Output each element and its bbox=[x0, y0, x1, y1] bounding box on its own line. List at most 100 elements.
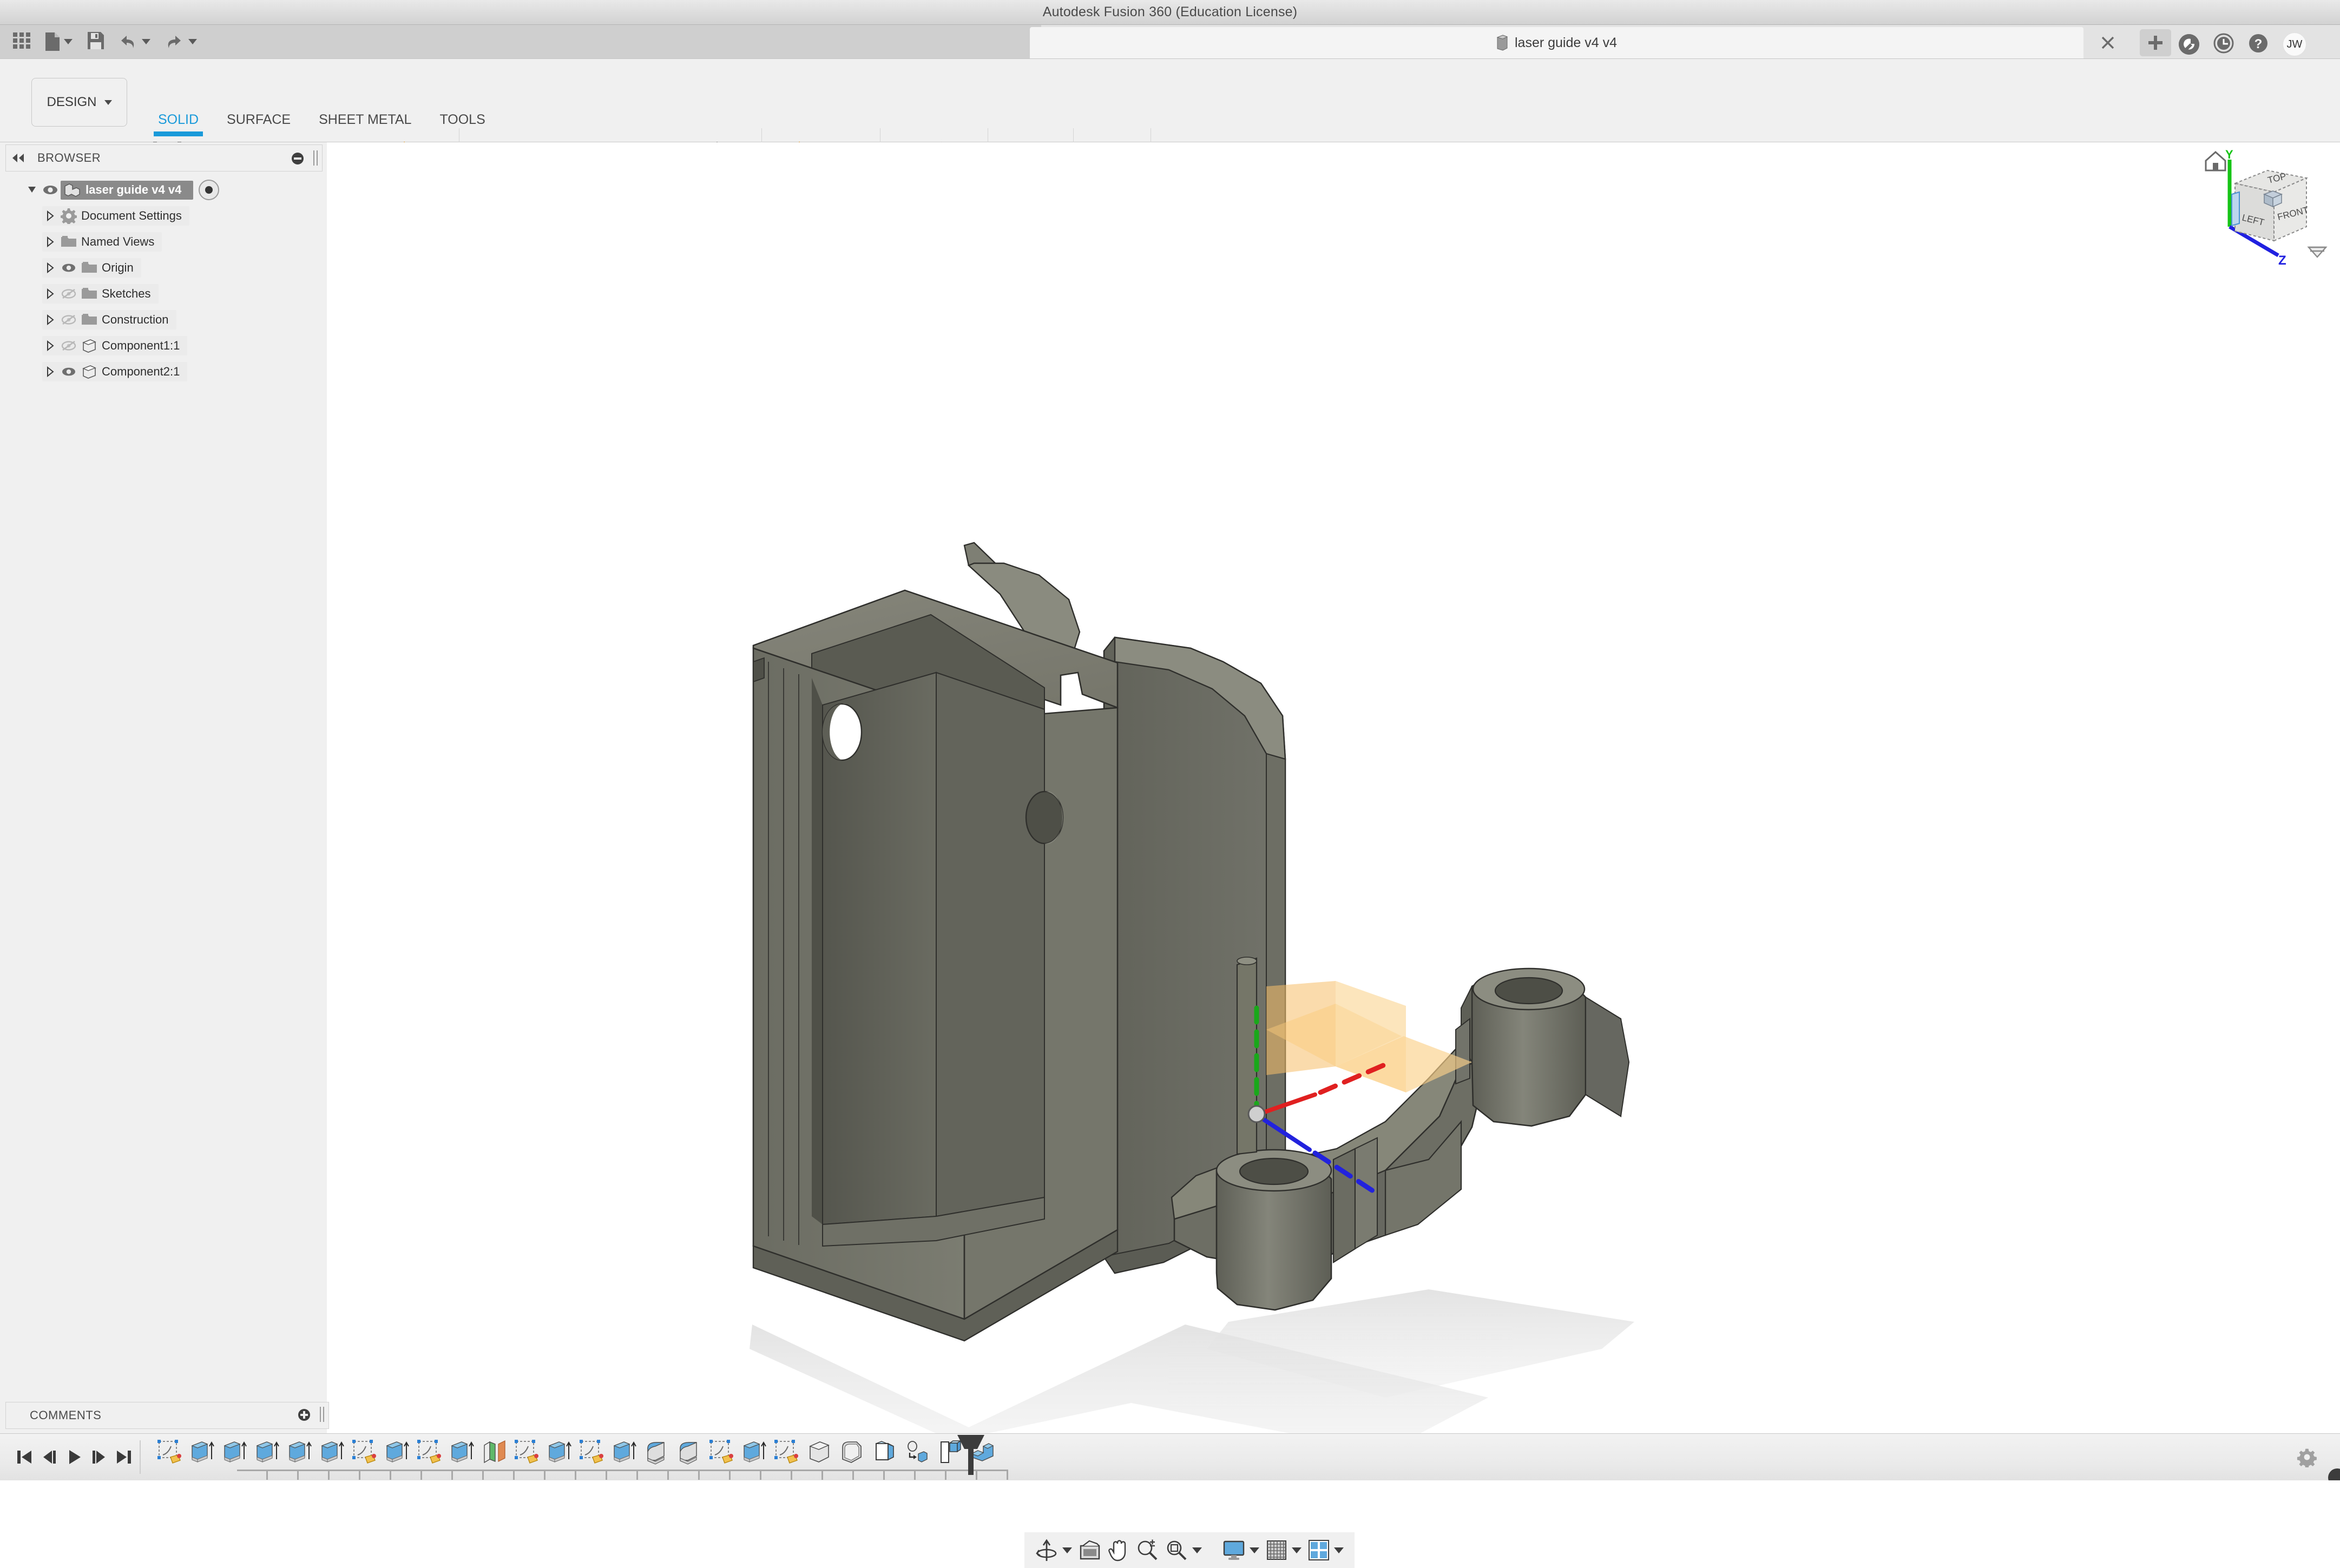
activate-component-radio[interactable] bbox=[199, 180, 219, 200]
recent-icon[interactable] bbox=[2213, 33, 2234, 56]
tree-node-origin[interactable]: Origin bbox=[0, 255, 327, 281]
shell-feature[interactable] bbox=[837, 1437, 867, 1467]
play-icon[interactable] bbox=[62, 1442, 87, 1472]
expand-twisty-icon[interactable] bbox=[42, 312, 58, 328]
grid-snaps-icon[interactable] bbox=[1263, 1539, 1305, 1561]
user-avatar[interactable]: JW bbox=[2283, 32, 2306, 56]
tree-node-root[interactable]: laser guide v4 v4 bbox=[0, 177, 327, 203]
collapse-browser-icon[interactable] bbox=[292, 153, 304, 164]
zoom-icon[interactable] bbox=[1133, 1539, 1162, 1562]
panel-resize-grip[interactable] bbox=[320, 1407, 324, 1422]
close-tab-button[interactable] bbox=[2100, 35, 2116, 51]
fillet-feature[interactable] bbox=[642, 1437, 672, 1467]
step-forward-icon[interactable] bbox=[87, 1442, 111, 1472]
save-icon[interactable] bbox=[88, 32, 104, 52]
collapse-panel-icon[interactable] bbox=[11, 153, 25, 163]
new-tab-button[interactable] bbox=[2140, 29, 2171, 56]
expand-twisty-icon[interactable] bbox=[42, 364, 58, 380]
undo-icon[interactable] bbox=[119, 34, 150, 50]
split-feature[interactable] bbox=[934, 1437, 964, 1467]
chevron-down-icon[interactable] bbox=[1292, 1547, 1302, 1553]
expand-twisty-icon[interactable] bbox=[42, 208, 58, 224]
chevron-down-icon[interactable] bbox=[1192, 1547, 1202, 1553]
window-resize-corner[interactable] bbox=[2322, 1464, 2340, 1480]
tree-node-component1[interactable]: Component1:1 bbox=[0, 333, 327, 359]
viewcube-menu-icon[interactable] bbox=[2309, 247, 2326, 257]
expand-twisty-icon[interactable] bbox=[42, 260, 58, 276]
tree-node-document-settings[interactable]: Document Settings bbox=[0, 203, 327, 229]
visibility-eye-hidden-icon[interactable] bbox=[58, 312, 79, 328]
visibility-eye-icon[interactable] bbox=[58, 364, 79, 380]
cube-face-left[interactable] bbox=[2235, 183, 2274, 241]
tree-node-component2[interactable]: Component2:1 bbox=[0, 359, 327, 385]
sketch-feature[interactable] bbox=[155, 1437, 185, 1467]
redo-icon[interactable] bbox=[166, 34, 197, 50]
sketch-feature[interactable] bbox=[707, 1437, 737, 1467]
expand-twisty-icon[interactable] bbox=[42, 234, 58, 250]
timeline-features bbox=[155, 1437, 997, 1467]
body-feature[interactable] bbox=[804, 1437, 834, 1467]
timeline-playhead[interactable] bbox=[968, 1435, 974, 1475]
visibility-eye-icon[interactable] bbox=[58, 260, 79, 276]
sketch-feature[interactable] bbox=[350, 1437, 380, 1467]
extrude-feature[interactable] bbox=[220, 1437, 250, 1467]
help-icon[interactable]: ? bbox=[2248, 33, 2269, 56]
app-grid-icon[interactable] bbox=[13, 32, 30, 51]
extrude-feature[interactable] bbox=[317, 1437, 347, 1467]
tree-node-sketches[interactable]: Sketches bbox=[0, 281, 327, 307]
extrude-feature[interactable] bbox=[187, 1437, 218, 1467]
visibility-eye-icon[interactable] bbox=[40, 182, 61, 198]
home-icon[interactable] bbox=[2206, 152, 2225, 170]
fit-icon[interactable] bbox=[1162, 1539, 1205, 1562]
shell-feature[interactable] bbox=[869, 1437, 899, 1467]
go-to-beginning-icon[interactable] bbox=[12, 1442, 37, 1472]
timeline-settings-icon[interactable] bbox=[2297, 1447, 2317, 1467]
plane-feature[interactable] bbox=[479, 1437, 510, 1467]
comments-panel[interactable]: COMMENTS bbox=[5, 1402, 329, 1429]
chevron-down-icon[interactable] bbox=[1334, 1547, 1344, 1553]
sketch-feature[interactable] bbox=[772, 1437, 802, 1467]
display-settings-icon[interactable] bbox=[1219, 1539, 1263, 1561]
3d-viewport[interactable]: Z Y TOP LEFT FRONT bbox=[0, 142, 2340, 1433]
tree-node-named-views[interactable]: Named Views bbox=[0, 229, 327, 255]
expand-comments-icon[interactable] bbox=[298, 1409, 310, 1421]
expand-twisty-icon[interactable] bbox=[42, 286, 58, 302]
tree-node-construction[interactable]: Construction bbox=[0, 307, 327, 333]
extrude-feature[interactable] bbox=[447, 1437, 477, 1467]
look-at-icon[interactable] bbox=[1075, 1539, 1105, 1561]
document-tab[interactable]: laser guide v4 v4 bbox=[1030, 27, 2083, 58]
view-cube[interactable]: Z Y TOP LEFT FRONT bbox=[2197, 144, 2332, 269]
ribbon: DESIGN SOLID SURFACE SHEET METAL TOOLS bbox=[0, 59, 2340, 142]
go-to-end-icon[interactable] bbox=[111, 1442, 136, 1472]
move-feature[interactable] bbox=[902, 1437, 932, 1467]
tree-node-label: Named Views bbox=[81, 235, 154, 249]
workspace-selector[interactable]: DESIGN bbox=[31, 78, 127, 127]
extrude-feature[interactable] bbox=[609, 1437, 640, 1467]
visibility-eye-hidden-icon[interactable] bbox=[58, 338, 79, 354]
viewports-icon[interactable] bbox=[1305, 1539, 1347, 1561]
expand-twisty-icon[interactable] bbox=[24, 182, 40, 198]
extrude-feature[interactable] bbox=[285, 1437, 315, 1467]
sketch-feature[interactable] bbox=[577, 1437, 607, 1467]
fusion360-window: Autodesk Fusion 360 (Education License) bbox=[0, 0, 2340, 1480]
sketch-feature[interactable] bbox=[512, 1437, 542, 1467]
chevron-down-icon[interactable] bbox=[1250, 1547, 1259, 1553]
timeline-track[interactable] bbox=[148, 1434, 2340, 1480]
panel-resize-grip[interactable] bbox=[313, 150, 318, 166]
step-back-icon[interactable] bbox=[37, 1442, 62, 1472]
job-status-icon[interactable] bbox=[2179, 34, 2199, 55]
sketch-feature[interactable] bbox=[415, 1437, 445, 1467]
extrude-feature[interactable] bbox=[252, 1437, 282, 1467]
fillet-feature[interactable] bbox=[674, 1437, 705, 1467]
expand-twisty-icon[interactable] bbox=[42, 338, 58, 354]
tree-node-root-label: laser guide v4 v4 bbox=[86, 183, 181, 197]
extrude-feature[interactable] bbox=[739, 1437, 770, 1467]
visibility-eye-hidden-icon[interactable] bbox=[58, 286, 79, 302]
extrude-feature[interactable] bbox=[544, 1437, 575, 1467]
orbit-icon[interactable] bbox=[1032, 1538, 1075, 1562]
chevron-down-icon[interactable] bbox=[1062, 1547, 1072, 1553]
tree-node-root-selected[interactable]: laser guide v4 v4 bbox=[61, 181, 193, 200]
new-file-icon[interactable] bbox=[45, 32, 73, 51]
extrude-feature[interactable] bbox=[382, 1437, 412, 1467]
pan-icon[interactable] bbox=[1105, 1538, 1133, 1562]
